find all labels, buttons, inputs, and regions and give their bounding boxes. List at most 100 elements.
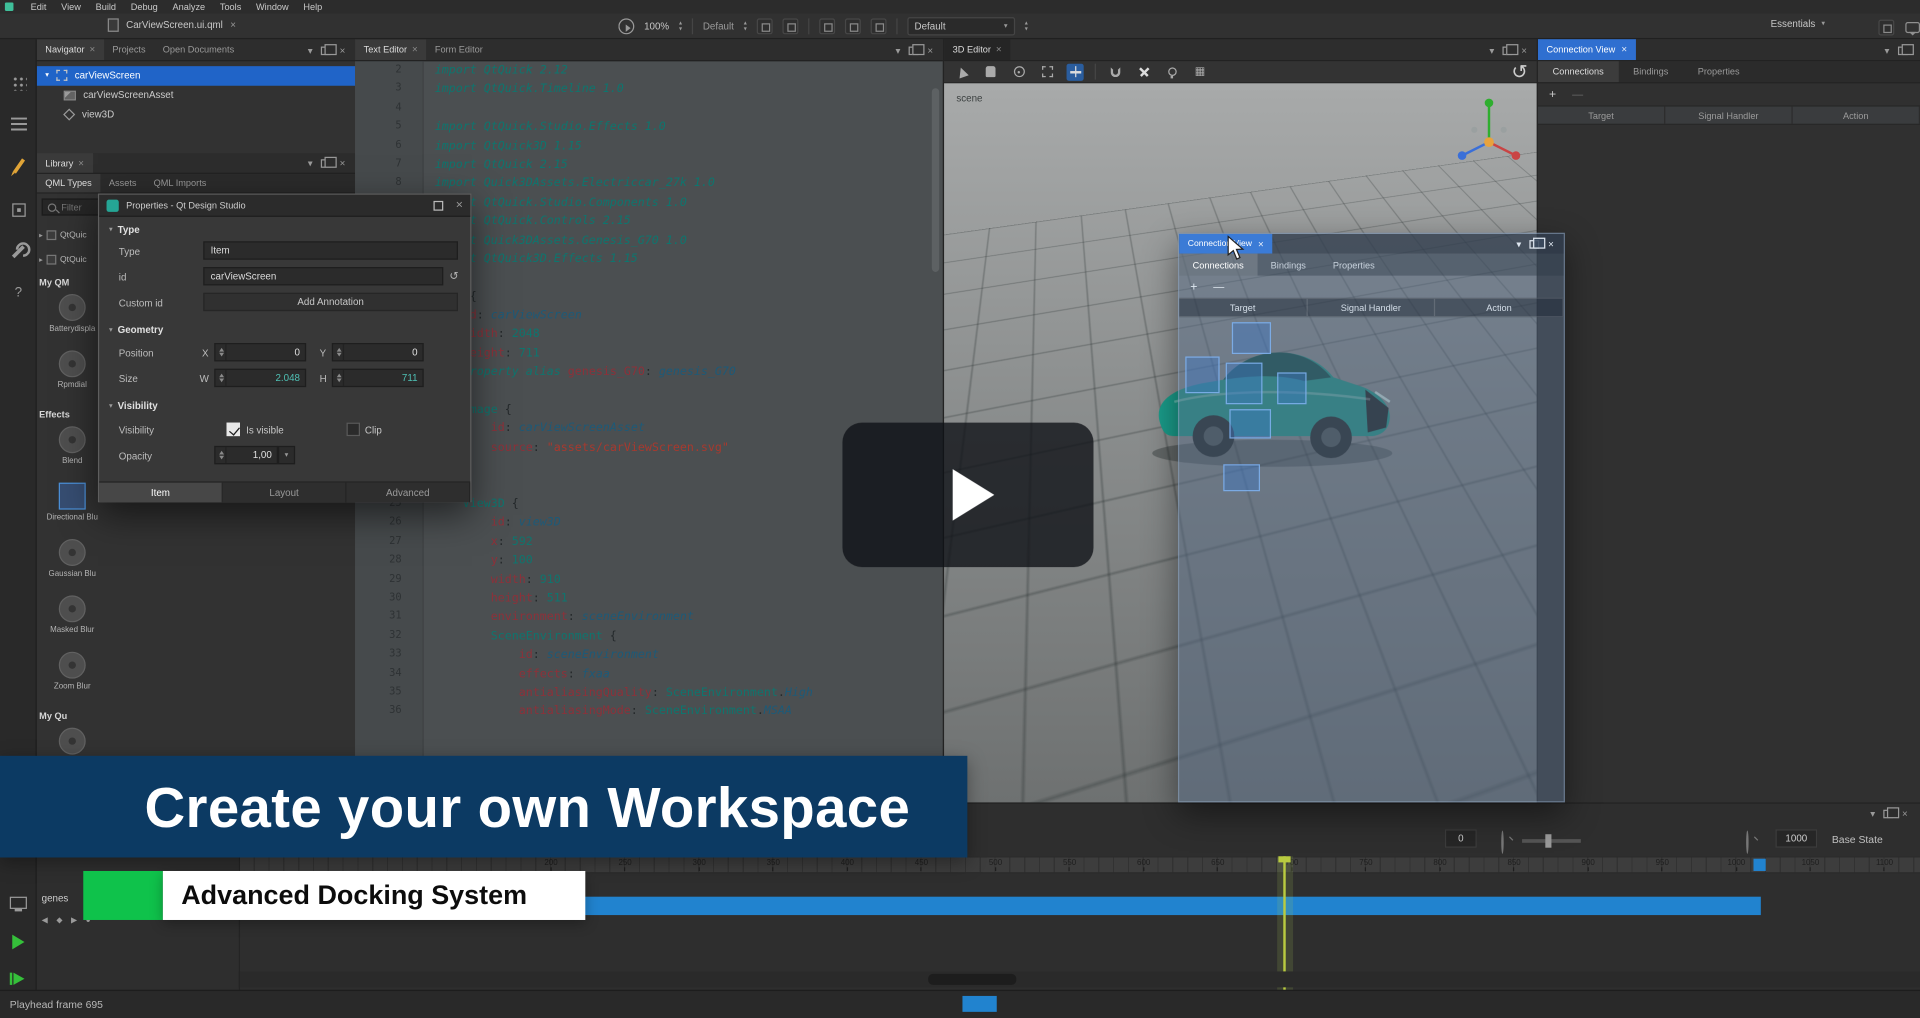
design-mode-pencil-icon[interactable]: [10, 157, 27, 174]
menu-help[interactable]: Help: [296, 0, 330, 13]
tab-assets[interactable]: Assets: [100, 174, 145, 192]
float-panel-icon[interactable]: [1884, 810, 1894, 819]
menu-window[interactable]: Window: [249, 0, 296, 13]
timeline-zoom-slider[interactable]: [1522, 839, 1581, 843]
pan-tool-icon[interactable]: [982, 63, 999, 80]
width-value[interactable]: 2.048: [227, 372, 305, 383]
reset-view-icon[interactable]: ↺: [1511, 63, 1528, 80]
type-field[interactable]: [203, 241, 458, 259]
zoom-slider-handle[interactable]: [1545, 834, 1551, 847]
remove-connection-icon[interactable]: —: [1213, 281, 1224, 293]
live-preview-monitor-icon[interactable]: [10, 894, 27, 911]
float-panel-icon[interactable]: [321, 159, 331, 168]
snap-grid-icon[interactable]: [782, 18, 798, 34]
maximize-window-icon[interactable]: [434, 200, 444, 210]
close-tab-icon[interactable]: ×: [412, 44, 418, 55]
workspaces-icon[interactable]: [10, 74, 27, 91]
menu-analyze[interactable]: Analyze: [165, 0, 212, 13]
panel-menu-icon[interactable]: ▾: [1489, 45, 1494, 56]
bounds-icon[interactable]: [819, 18, 835, 34]
height-spinbox[interactable]: 711: [332, 369, 424, 387]
expand-icon[interactable]: ▸: [39, 255, 43, 264]
tab-connections[interactable]: Connections: [1538, 61, 1618, 82]
tab-projects[interactable]: Projects: [104, 39, 154, 60]
tab-qml-imports[interactable]: QML Imports: [145, 174, 215, 192]
visibility-toggle-icon[interactable]: [870, 18, 886, 34]
library-section-header[interactable]: Effects: [39, 404, 105, 424]
opacity-value[interactable]: 1,00: [227, 450, 277, 461]
run-deploy-icon[interactable]: [10, 970, 27, 987]
tab-properties[interactable]: Properties: [1683, 61, 1754, 82]
close-panel-icon[interactable]: ×: [927, 45, 933, 56]
run-project-icon[interactable]: [10, 933, 27, 950]
close-panel-icon[interactable]: ×: [340, 158, 346, 169]
perspective-selector[interactable]: Essentials: [1771, 18, 1816, 29]
close-panel-icon[interactable]: ×: [340, 45, 346, 56]
close-panel-icon[interactable]: ×: [1521, 45, 1527, 56]
show-grid-icon[interactable]: ▦: [1191, 63, 1208, 80]
float-panel-icon[interactable]: [909, 47, 919, 56]
floating-connection-view[interactable]: Connection View × ▾ × ConnectionsBinding…: [1178, 233, 1565, 803]
snap-magnet-icon[interactable]: [1107, 63, 1124, 80]
tree-item-view3d[interactable]: view3D: [37, 105, 355, 124]
close-tab-icon[interactable]: ×: [996, 44, 1002, 55]
tab-advanced[interactable]: Advanced: [347, 483, 471, 503]
fit-view-icon[interactable]: [1038, 63, 1055, 80]
height-value[interactable]: 711: [344, 372, 422, 383]
tab-open-documents[interactable]: Open Documents: [154, 39, 243, 60]
menu-view[interactable]: View: [54, 0, 88, 13]
select-tool-icon[interactable]: [954, 63, 971, 80]
tab-navigator[interactable]: Navigator×: [37, 39, 104, 60]
y-spinbox[interactable]: 0: [332, 343, 424, 361]
panel-menu-icon[interactable]: ▾: [308, 45, 313, 56]
close-tab-icon[interactable]: ×: [78, 157, 84, 168]
tools-wrench-icon[interactable]: [10, 243, 27, 260]
is-visible-checkbox[interactable]: [227, 423, 240, 436]
library-item-directional-blu[interactable]: Directional Blu: [39, 480, 105, 536]
prev-keyframe-icon[interactable]: ◀: [42, 915, 48, 925]
close-file-icon[interactable]: ×: [230, 20, 236, 31]
spinner-arrows[interactable]: [216, 344, 227, 360]
expand-icon[interactable]: ▸: [39, 231, 43, 240]
editor-scrollbar[interactable]: [932, 88, 939, 272]
run-preview-icon[interactable]: [618, 18, 634, 34]
library-item-masked-blur[interactable]: Masked Blur: [39, 593, 105, 649]
float-panel-icon[interactable]: [1503, 47, 1513, 56]
close-panel-icon[interactable]: ×: [1902, 809, 1908, 820]
panel-menu-icon[interactable]: ▾: [1516, 239, 1521, 250]
next-keyframe-icon[interactable]: ▶: [71, 915, 77, 925]
tab-connection-view[interactable]: Connection View ×: [1179, 234, 1272, 254]
library-module[interactable]: ▸QtQuic: [39, 247, 105, 272]
track-name[interactable]: genes: [42, 893, 69, 904]
menu-edit[interactable]: Edit: [23, 0, 54, 13]
tab-properties[interactable]: Properties: [1319, 254, 1388, 276]
tab-text-editor[interactable]: Text Editor×: [355, 39, 426, 60]
zoom-out-icon[interactable]: [1501, 831, 1503, 854]
menu-tools[interactable]: Tools: [213, 0, 249, 13]
menu-build[interactable]: Build: [88, 0, 123, 13]
type-section-header[interactable]: ▾Type: [109, 224, 140, 235]
tab-bindings[interactable]: Bindings: [1257, 254, 1319, 276]
x-value[interactable]: 0: [227, 347, 305, 358]
tab-item[interactable]: Item: [99, 483, 223, 503]
visibility-section-header[interactable]: ▾Visibility: [109, 401, 158, 412]
style-selector[interactable]: Default: [703, 21, 734, 32]
help-icon[interactable]: ?: [10, 284, 27, 301]
end-frame-field[interactable]: 1000: [1776, 829, 1818, 847]
library-item-batterydispla[interactable]: Batterydispla: [39, 292, 105, 348]
opacity-spinbox[interactable]: 1,00: [214, 446, 278, 464]
tab-bindings[interactable]: Bindings: [1618, 61, 1683, 82]
close-panel-icon[interactable]: ×: [1548, 239, 1554, 250]
tab-connection-view[interactable]: Connection View ×: [1538, 39, 1636, 60]
collapse-icon[interactable]: ▾: [45, 71, 49, 80]
feedback-chat-icon[interactable]: [1905, 22, 1920, 33]
library-module[interactable]: ▸QtQuic: [39, 223, 105, 248]
state-selector[interactable]: Default ▾: [907, 17, 1015, 35]
panel-menu-icon[interactable]: ▾: [1870, 809, 1875, 820]
library-item-rpmdial[interactable]: Rpmdial: [39, 348, 105, 404]
move-tool-icon[interactable]: [1067, 63, 1084, 80]
local-global-icon[interactable]: [1135, 63, 1152, 80]
close-tab-icon[interactable]: ×: [1258, 238, 1264, 249]
spinner-arrows[interactable]: [216, 370, 227, 386]
float-panel-icon[interactable]: [1530, 240, 1540, 249]
